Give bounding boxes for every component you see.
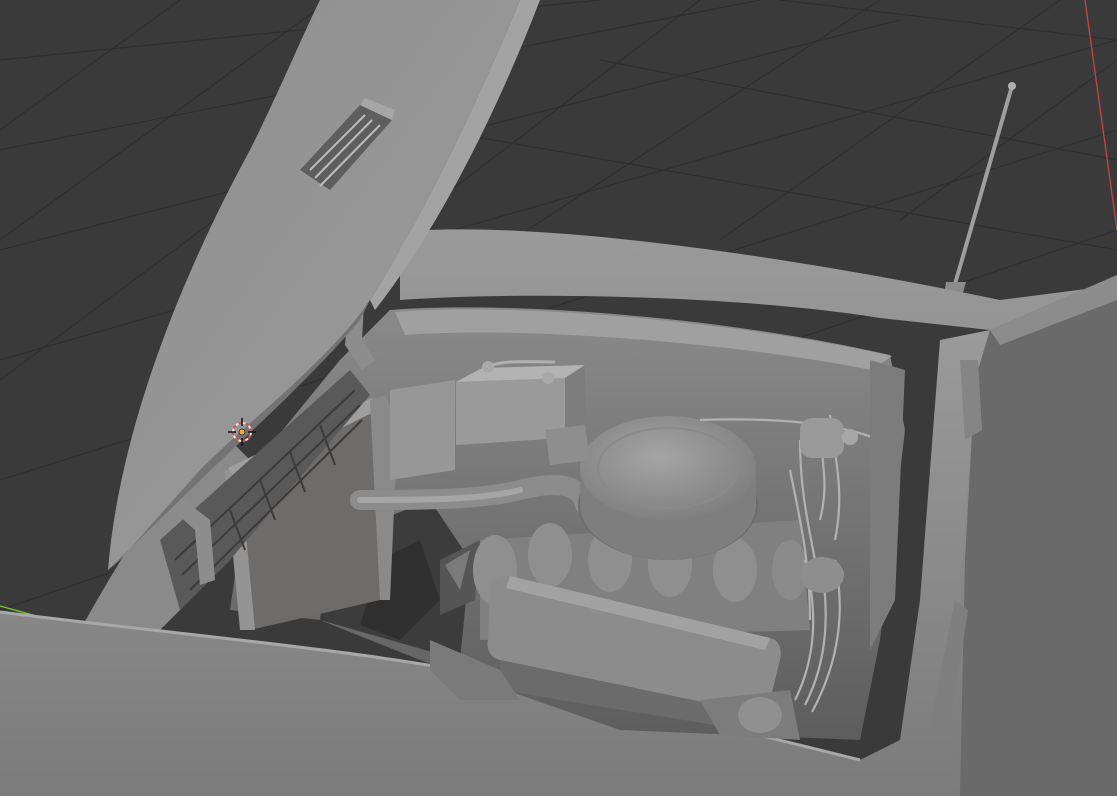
object-origin-icon (238, 428, 246, 436)
antenna[interactable] (944, 82, 1016, 296)
3d-viewport[interactable] (0, 0, 1117, 796)
inner-fender-right (870, 360, 905, 650)
x-axis-line (1084, 0, 1117, 231)
inner-fender-panel (390, 380, 455, 480)
viewport-canvas[interactable] (0, 0, 1117, 796)
